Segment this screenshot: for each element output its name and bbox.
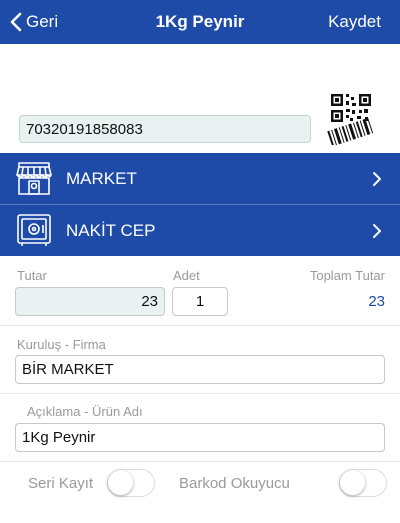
qr-barcode-icon: [327, 94, 374, 147]
barcode-reader-label: Barkod Okuyucu: [179, 475, 290, 492]
back-button[interactable]: Geri: [10, 0, 58, 44]
quantity-label: Adet: [173, 268, 200, 283]
scan-barcode-button[interactable]: [321, 91, 381, 147]
total-label: Toplam Tutar: [309, 268, 385, 283]
nav-bar: Geri 1Kg Peynir Kaydet: [0, 0, 400, 44]
cash-account-row[interactable]: NAKİT CEP: [0, 205, 400, 256]
store-select-row[interactable]: MARKET: [0, 153, 400, 204]
store-label: MARKET: [66, 169, 137, 188]
total-value: 23: [368, 293, 385, 310]
toggle-knob: [340, 470, 365, 495]
barcode-reader-toggle[interactable]: [339, 469, 387, 497]
cash-account-label: NAKİT CEP: [66, 221, 156, 240]
save-button[interactable]: Kaydet: [328, 0, 381, 44]
divider: [0, 325, 400, 326]
chevron-left-icon: [10, 12, 22, 32]
back-label: Geri: [26, 12, 59, 31]
storefront-icon: [16, 162, 52, 195]
serial-record-label: Seri Kayıt: [28, 475, 94, 492]
description-input[interactable]: [15, 423, 385, 452]
amount-label: Tutar: [17, 268, 47, 283]
quantity-input[interactable]: [172, 287, 228, 316]
description-label: Açıklama - Ürün Adı: [27, 404, 143, 419]
divider: [0, 461, 400, 462]
safe-icon: [17, 214, 51, 246]
barcode-input[interactable]: [19, 115, 311, 143]
company-label: Kuruluş - Firma: [17, 337, 106, 352]
toggle-knob: [108, 470, 133, 495]
company-input[interactable]: [15, 355, 385, 384]
divider: [0, 393, 400, 394]
chevron-right-icon: [373, 224, 381, 238]
amount-input[interactable]: [15, 287, 165, 316]
chevron-right-icon: [373, 172, 381, 186]
serial-record-toggle[interactable]: [107, 469, 155, 497]
